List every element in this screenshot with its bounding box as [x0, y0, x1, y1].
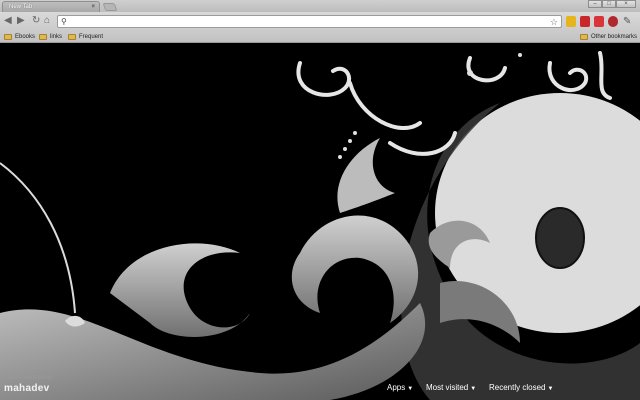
wrench-menu-icon[interactable]: ✎ — [623, 16, 633, 27]
address-bar[interactable]: ⚲ ☆ — [57, 15, 562, 28]
chevron-down-icon: ▼ — [547, 386, 554, 392]
folder-icon — [4, 34, 12, 40]
other-bookmarks-label: Other bookmarks — [591, 34, 638, 40]
folder-icon — [580, 34, 588, 40]
gmail-extension-icon[interactable] — [594, 16, 604, 27]
window-controls: – □ × — [588, 0, 636, 9]
new-tab-page — [0, 43, 640, 400]
apps-menu-button[interactable]: Apps ▼ — [387, 383, 413, 392]
bookmark-links[interactable]: links — [39, 32, 62, 42]
close-window-button[interactable]: × — [616, 0, 636, 8]
browser-toolbar: ◀ ▶ ↻ ⌂ ⚲ ☆ ✎ — [0, 12, 640, 31]
key-extension-icon[interactable] — [566, 16, 576, 27]
most-visited-label: Most visited — [426, 383, 469, 392]
minimize-button[interactable]: – — [588, 0, 602, 8]
recently-closed-label: Recently closed — [489, 383, 546, 392]
most-visited-menu-button[interactable]: Most visited ▼ — [426, 383, 476, 392]
bookmarks-bar: Ebooks links Frequent Other bookmarks — [0, 31, 640, 43]
recently-closed-menu-button[interactable]: Recently closed ▼ — [489, 383, 553, 392]
extension-icon[interactable] — [608, 16, 618, 27]
folder-icon — [39, 34, 47, 40]
tab-close-icon[interactable]: × — [91, 2, 95, 12]
chevron-down-icon: ▼ — [470, 386, 477, 392]
theme-author-link[interactable]: mahadev — [4, 383, 49, 394]
search-icon: ⚲ — [61, 17, 67, 26]
bookmark-label: Frequent — [79, 34, 104, 40]
bookmark-frequent[interactable]: Frequent — [68, 32, 103, 42]
reload-icon[interactable]: ↻ — [32, 15, 40, 27]
back-icon[interactable]: ◀ — [4, 15, 12, 27]
bookmark-label: Ebooks — [15, 34, 36, 40]
chevron-down-icon: ▼ — [407, 386, 414, 392]
pdf-extension-icon[interactable] — [580, 16, 590, 27]
maximize-button[interactable]: □ — [602, 0, 616, 8]
new-tab-button[interactable] — [102, 3, 118, 11]
home-icon[interactable]: ⌂ — [44, 15, 50, 27]
tab-title: New Tab — [9, 4, 33, 10]
tab-strip: New Tab × – □ × — [0, 0, 640, 12]
bookmark-ebooks[interactable]: Ebooks — [4, 32, 35, 42]
bookmark-label: links — [50, 34, 63, 40]
bookmark-star-icon[interactable]: ☆ — [550, 16, 558, 28]
tab-new-tab[interactable]: New Tab × — [2, 1, 100, 12]
theme-credit-text: Theme created by — [4, 375, 53, 381]
forward-icon[interactable]: ▶ — [17, 15, 25, 27]
folder-icon — [68, 34, 76, 40]
theme-background-art — [0, 51, 640, 400]
apps-label: Apps — [387, 383, 406, 392]
other-bookmarks[interactable]: Other bookmarks — [580, 32, 637, 42]
